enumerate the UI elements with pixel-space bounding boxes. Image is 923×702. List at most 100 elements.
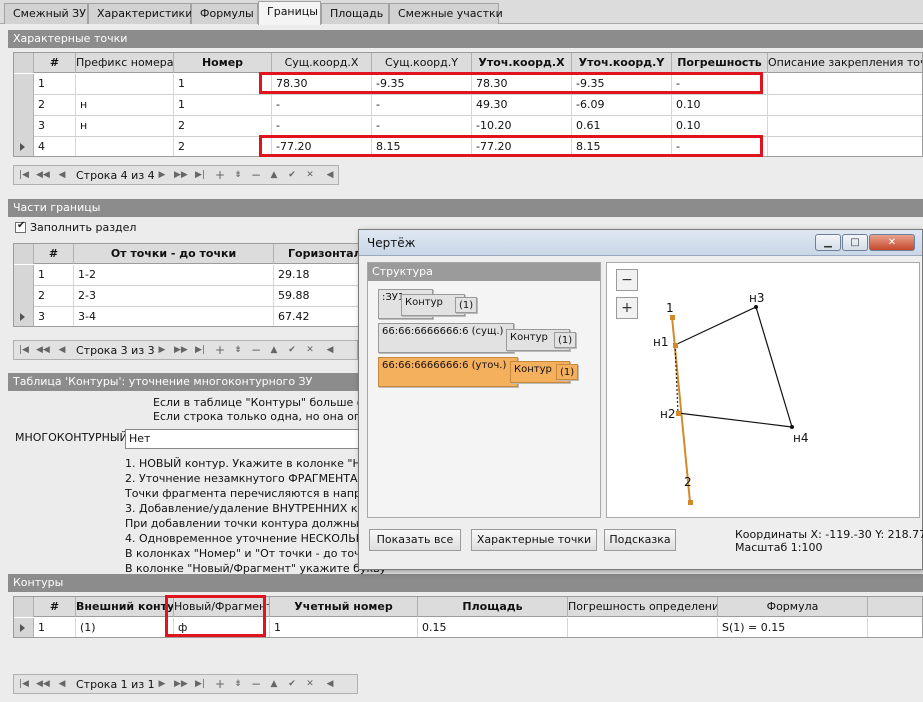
first-page-icon[interactable]: |◀: [18, 168, 30, 182]
col-accuracy[interactable]: Погрешность определения: [568, 597, 718, 617]
multicontour-field[interactable]: Нет: [125, 429, 365, 449]
col-from-to[interactable]: От точки - до точки: [74, 244, 274, 264]
cell-refined-y[interactable]: 8.15: [572, 137, 672, 156]
filter-icon[interactable]: ◀: [324, 343, 336, 357]
cancel-icon[interactable]: ✕: [304, 677, 316, 691]
tab-adjacent-zu[interactable]: Смежный ЗУ: [4, 3, 88, 24]
cell-number[interactable]: 2: [174, 116, 272, 137]
first-page-icon[interactable]: |◀: [18, 343, 30, 357]
prev-page-icon[interactable]: ◀◀: [36, 343, 50, 357]
cell-refined-x[interactable]: -77.20: [472, 137, 572, 156]
cell-description[interactable]: [768, 116, 922, 137]
cell-refined-x[interactable]: 78.30: [472, 74, 572, 95]
filter-icon[interactable]: ◀: [324, 168, 336, 182]
next-row-icon[interactable]: ▶: [156, 343, 168, 357]
col-new-fragment[interactable]: Новый/Фрагмент: [174, 597, 270, 617]
insert-icon[interactable]: ⇟: [232, 677, 244, 691]
col-exist-y[interactable]: Сущ.коорд.Y: [372, 53, 472, 73]
tree-node-refined[interactable]: 66:66:6666666:6 (уточ.): [378, 357, 518, 387]
cancel-icon[interactable]: ✕: [304, 168, 316, 182]
cell-from-to[interactable]: 2-3: [74, 286, 274, 307]
cell-description[interactable]: [768, 74, 922, 95]
next-page-icon[interactable]: ▶▶: [174, 343, 188, 357]
prev-page-icon[interactable]: ◀◀: [36, 677, 50, 691]
prev-page-icon[interactable]: ◀◀: [36, 168, 50, 182]
col-error[interactable]: Погрешность: [672, 53, 768, 73]
first-page-icon[interactable]: |◀: [18, 677, 30, 691]
col-num[interactable]: #: [34, 53, 76, 73]
cell-formula[interactable]: S(1) = 0.15: [718, 618, 868, 637]
apply-icon[interactable]: ✔: [286, 677, 298, 691]
maximize-icon[interactable]: □: [842, 234, 868, 251]
hint-button[interactable]: Подсказка: [604, 529, 676, 551]
close-icon[interactable]: ✕: [869, 234, 915, 251]
cell-from-to[interactable]: 3-4: [74, 307, 274, 326]
cell-exist-y[interactable]: -9.35: [372, 74, 472, 95]
insert-icon[interactable]: ⇟: [232, 168, 244, 182]
dialog-titlebar[interactable]: Чертёж ▁ □ ✕: [359, 230, 922, 256]
fill-section-checkbox[interactable]: ✔: [15, 220, 26, 233]
cell-new-fragment[interactable]: ф: [174, 618, 270, 637]
last-page-icon[interactable]: ▶|: [194, 343, 206, 357]
cell-refined-x[interactable]: 49.30: [472, 95, 572, 116]
prev-row-icon[interactable]: ◀: [56, 343, 68, 357]
col-num[interactable]: #: [34, 244, 74, 264]
cell-exist-x[interactable]: -: [272, 116, 372, 137]
cell-area[interactable]: 0.15: [418, 618, 568, 637]
cell-horizontal[interactable]: 59.88: [274, 286, 362, 307]
next-page-icon[interactable]: ▶▶: [174, 677, 188, 691]
cell-number[interactable]: 1: [174, 74, 272, 95]
cell-error[interactable]: 0.10: [672, 95, 768, 116]
prev-row-icon[interactable]: ◀: [56, 168, 68, 182]
last-page-icon[interactable]: ▶|: [194, 168, 206, 182]
tab-area[interactable]: Площадь: [321, 3, 389, 24]
cell-description[interactable]: [768, 95, 922, 116]
cell-exist-y[interactable]: -: [372, 116, 472, 137]
prev-row-icon[interactable]: ◀: [56, 677, 68, 691]
tree-node-existing[interactable]: 66:66:6666666:6 (сущ.): [378, 323, 514, 353]
cell-prefix[interactable]: [76, 137, 174, 156]
characteristic-points-button[interactable]: Характерные точки: [471, 529, 597, 551]
col-account-number[interactable]: Учетный номер: [270, 597, 418, 617]
apply-icon[interactable]: ✔: [286, 343, 298, 357]
edit-icon[interactable]: ▲: [268, 677, 280, 691]
cell-horizontal[interactable]: 67.42: [274, 307, 362, 326]
apply-icon[interactable]: ✔: [286, 168, 298, 182]
tab-borders[interactable]: Границы: [258, 1, 321, 25]
table-row[interactable]: 3 н 2 - - -10.20 0.61 0.10: [14, 116, 922, 137]
cell-number[interactable]: 1: [174, 95, 272, 116]
last-page-icon[interactable]: ▶|: [194, 677, 206, 691]
col-exist-x[interactable]: Сущ.коорд.X: [272, 53, 372, 73]
cell-account-number[interactable]: 1: [270, 618, 418, 637]
filter-icon[interactable]: ◀: [324, 677, 336, 691]
tab-adjacent-plots[interactable]: Смежные участки: [389, 3, 503, 24]
tab-formulas[interactable]: Формулы: [191, 3, 258, 24]
cell-from-to[interactable]: 1-2: [74, 265, 274, 286]
cell-error[interactable]: -: [672, 74, 768, 95]
col-refined-y[interactable]: Уточ.коорд.Y: [572, 53, 672, 73]
next-row-icon[interactable]: ▶: [156, 677, 168, 691]
edit-icon[interactable]: ▲: [268, 168, 280, 182]
col-horizontal[interactable]: Горизонтальн: [274, 244, 362, 264]
cell-exist-y[interactable]: 8.15: [372, 137, 472, 156]
col-area[interactable]: Площадь: [418, 597, 568, 617]
cell-description[interactable]: [768, 137, 922, 156]
col-prefix[interactable]: Префикс номера: [76, 53, 174, 73]
table-row[interactable]: 2 н 1 - - 49.30 -6.09 0.10: [14, 95, 922, 116]
cell-refined-y[interactable]: 0.61: [572, 116, 672, 137]
col-refined-x[interactable]: Уточ.коорд.X: [472, 53, 572, 73]
col-outer[interactable]: Внешний контур: [76, 597, 174, 617]
next-row-icon[interactable]: ▶: [156, 168, 168, 182]
add-icon[interactable]: +: [214, 677, 226, 691]
table-row[interactable]: 1 1-2 29.18: [14, 265, 362, 286]
cell-error[interactable]: 0.10: [672, 116, 768, 137]
col-num[interactable]: #: [34, 597, 76, 617]
insert-icon[interactable]: ⇟: [232, 343, 244, 357]
cell-exist-x[interactable]: -77.20: [272, 137, 372, 156]
cell-number[interactable]: 2: [174, 137, 272, 156]
cell-accuracy[interactable]: [568, 618, 718, 637]
delete-icon[interactable]: −: [250, 168, 262, 182]
cell-outer[interactable]: (1): [76, 618, 174, 637]
add-icon[interactable]: +: [214, 343, 226, 357]
table-row[interactable]: 4 2 -77.20 8.15 -77.20 8.15 -: [14, 137, 922, 156]
